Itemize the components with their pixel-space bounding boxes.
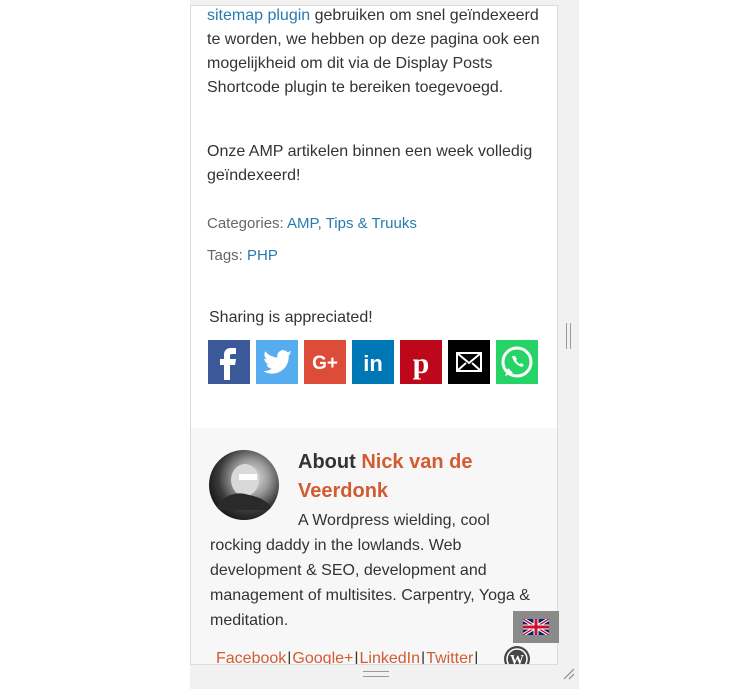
google-plus-link[interactable]: Google+ bbox=[292, 650, 353, 664]
svg-text:p: p bbox=[413, 347, 430, 380]
category-link-tips[interactable]: Tips & Truuks bbox=[326, 215, 417, 232]
share-whatsapp-button[interactable] bbox=[496, 340, 538, 384]
share-title: Sharing is appreciated! bbox=[209, 309, 373, 326]
share-buttons: G+ in p bbox=[208, 340, 538, 384]
share-linkedin-button[interactable]: in bbox=[352, 340, 394, 384]
uk-flag-icon bbox=[523, 619, 549, 635]
article-paragraph-2: Onze AMP artikelen binnen een week volle… bbox=[207, 143, 533, 184]
post-tags: Tags: PHP bbox=[207, 244, 278, 268]
share-twitter-button[interactable] bbox=[256, 340, 298, 384]
article-paragraph: sitemap plugin gebruiken om snel geïndex… bbox=[207, 6, 542, 100]
sitemap-plugin-link[interactable]: sitemap plugin bbox=[207, 7, 310, 24]
language-switcher[interactable] bbox=[513, 611, 559, 643]
google-plus-icon: G+ bbox=[312, 353, 338, 374]
twitter-icon bbox=[263, 350, 292, 374]
share-email-button[interactable] bbox=[448, 340, 490, 384]
category-separator: , bbox=[317, 215, 326, 232]
link-separator: | bbox=[474, 650, 479, 665]
whatsapp-icon bbox=[501, 346, 533, 378]
share-facebook-button[interactable] bbox=[208, 340, 250, 384]
svg-text:in: in bbox=[363, 351, 383, 376]
svg-text:W: W bbox=[510, 653, 524, 665]
pinterest-icon: p bbox=[413, 347, 430, 380]
resize-handle-horizontal[interactable] bbox=[363, 671, 389, 677]
resize-handle-vertical[interactable] bbox=[566, 323, 571, 349]
tags-label: Tags: bbox=[207, 247, 248, 264]
linkedin-link[interactable]: LinkedIn bbox=[360, 650, 421, 664]
share-pinterest-button[interactable]: p bbox=[400, 340, 442, 384]
author-bio: A Wordpress wielding, cool rocking daddy… bbox=[210, 512, 530, 629]
share-google-plus-button[interactable]: G+ bbox=[304, 340, 346, 384]
wordpress-icon[interactable]: W bbox=[503, 645, 531, 665]
facebook-link[interactable]: Facebook bbox=[216, 650, 286, 664]
linkedin-icon: in bbox=[363, 351, 383, 376]
facebook-icon bbox=[220, 348, 236, 380]
twitter-link[interactable]: Twitter bbox=[426, 650, 473, 664]
email-icon bbox=[456, 352, 482, 372]
resize-corner-icon[interactable] bbox=[563, 668, 575, 680]
categories-label: Categories: bbox=[207, 215, 288, 232]
article-page: sitemap plugin gebruiken om snel geïndex… bbox=[190, 5, 558, 665]
about-label: About bbox=[298, 451, 362, 473]
post-categories: Categories: AMP, Tips & Truuks bbox=[207, 212, 417, 236]
category-link-amp[interactable]: AMP bbox=[287, 215, 318, 232]
svg-text:G+: G+ bbox=[312, 353, 338, 374]
tag-link-php[interactable]: PHP bbox=[247, 247, 278, 264]
author-social-links: Facebook|Google+|LinkedIn|Twitter| bbox=[216, 650, 479, 665]
author-box: About Nick van de Veerdonk A Wordpress w… bbox=[191, 428, 557, 665]
author-heading: About Nick van de Veerdonk bbox=[298, 448, 538, 506]
